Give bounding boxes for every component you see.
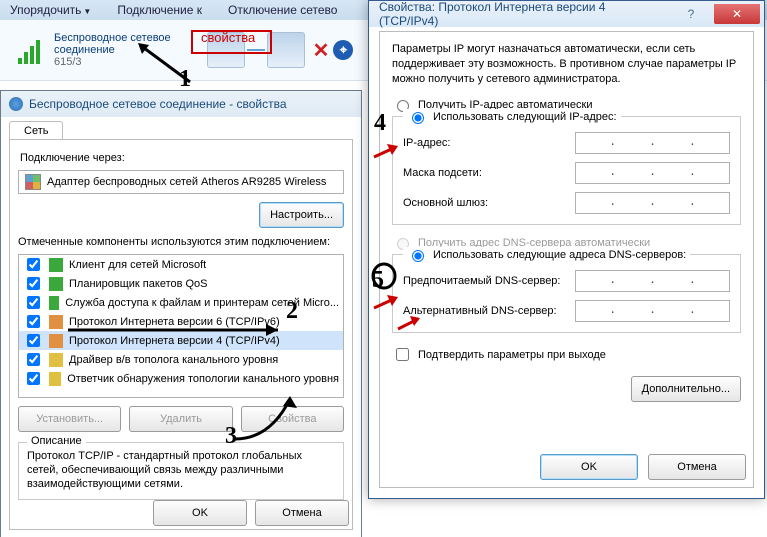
ip-address-field[interactable]: ... xyxy=(575,132,730,154)
list-item[interactable]: Ответчик обнаружения топологии канальног… xyxy=(19,369,343,388)
list-item[interactable]: Протокол Интернета версии 6 (TCP/IPv6) xyxy=(19,312,343,331)
components-list[interactable]: Клиент для сетей Microsoft Планировщик п… xyxy=(18,254,344,398)
menu-disconnect[interactable]: Отключение сетево xyxy=(228,3,337,17)
dns-group: Использовать следующие адреса DNS-сервер… xyxy=(392,254,741,333)
menu-connect[interactable]: Подключение к xyxy=(117,3,202,17)
confirm-checkbox[interactable] xyxy=(396,348,409,361)
dlg1-cancel-button[interactable]: Отмена xyxy=(255,500,349,526)
dns-alt-field[interactable]: ... xyxy=(575,300,730,322)
component-checkbox[interactable] xyxy=(27,334,40,347)
ip-address-label: IP-адрес: xyxy=(403,137,575,149)
description-text: Протокол TCP/IP - стандартный протокол г… xyxy=(27,449,335,491)
fileshare-icon xyxy=(49,296,59,310)
menu-organize[interactable]: Упорядочить▼ xyxy=(10,3,91,17)
confirm-label: Подтвердить параметры при выходе xyxy=(418,349,606,361)
dlg2-cancel-button[interactable]: Отмена xyxy=(648,454,746,480)
ipv4-icon xyxy=(49,334,63,348)
lldp-driver-icon xyxy=(49,353,63,367)
dlg1-title: Беспроводное сетевое соединение - свойст… xyxy=(1,91,361,117)
list-item[interactable]: Служба доступа к файлам и принтерам сете… xyxy=(19,293,343,312)
component-checkbox[interactable] xyxy=(27,372,40,385)
component-checkbox[interactable] xyxy=(27,277,40,290)
dns-manual-radio-row[interactable]: Использовать следующие адреса DNS-сервер… xyxy=(403,247,690,262)
gateway-label: Основной шлюз: xyxy=(403,197,575,209)
tab-network[interactable]: Сеть xyxy=(9,121,63,140)
adapter-name: Адаптер беспроводных сетей Atheros AR928… xyxy=(47,176,326,188)
adapter-icon xyxy=(25,174,41,190)
dlg2-title: Свойства: Протокол Интернета версии 4 (T… xyxy=(369,1,764,27)
intro-text: Параметры IP могут назначаться автоматич… xyxy=(392,42,741,87)
client-icon xyxy=(49,258,63,272)
close-button[interactable]: ✕ xyxy=(714,4,760,24)
description-legend: Описание xyxy=(27,435,86,447)
dns-pref-field[interactable]: ... xyxy=(575,270,730,292)
component-checkbox[interactable] xyxy=(27,258,40,271)
ip-group: Использовать следующий IP-адрес: IP-адре… xyxy=(392,116,741,225)
properties-button[interactable]: Свойства xyxy=(241,406,344,432)
ip-manual-label: Использовать следующий IP-адрес: xyxy=(433,111,617,123)
uninstall-button[interactable]: Удалить xyxy=(129,406,232,432)
dns-manual-radio[interactable] xyxy=(412,250,424,262)
connect-via-label: Подключение через: xyxy=(20,152,344,164)
install-button[interactable]: Установить... xyxy=(18,406,121,432)
list-item-selected[interactable]: Протокол Интернета версии 4 (TCP/IPv4) xyxy=(19,331,343,350)
advanced-button[interactable]: Дополнительно... xyxy=(631,376,741,402)
lldp-responder-icon xyxy=(49,372,61,386)
dns-alt-label: Альтернативный DNS-сервер: xyxy=(403,305,575,317)
ipv6-icon xyxy=(49,315,63,329)
ip-manual-radio[interactable] xyxy=(412,112,424,124)
component-checkbox[interactable] xyxy=(27,353,40,366)
component-checkbox[interactable] xyxy=(27,315,40,328)
error-x-icon: ✕ xyxy=(313,38,330,63)
wifi-label: Беспроводное сетевое соединение 615/3 xyxy=(54,32,171,68)
subnet-mask-field[interactable]: ... xyxy=(575,162,730,184)
dlg1-ok-button[interactable]: OK xyxy=(153,500,247,526)
list-item[interactable]: Клиент для сетей Microsoft xyxy=(19,255,343,274)
adapter-box[interactable]: Адаптер беспроводных сетей Atheros AR928… xyxy=(18,170,344,194)
subnet-mask-label: Маска подсети: xyxy=(403,167,575,179)
dns-manual-label: Использовать следующие адреса DNS-сервер… xyxy=(433,249,686,261)
wifi-signal-icon xyxy=(18,36,46,64)
components-label: Отмеченные компоненты используются этим … xyxy=(18,236,344,248)
description-group: Описание Протокол TCP/IP - стандартный п… xyxy=(18,442,344,500)
ip-manual-radio-row[interactable]: Использовать следующий IP-адрес: xyxy=(403,109,621,124)
bluetooth-icon: ⌖ xyxy=(333,40,353,60)
connection-properties-dialog: Беспроводное сетевое соединение - свойст… xyxy=(0,90,362,537)
shield-icon xyxy=(9,97,23,111)
wifi-connection-item[interactable]: Беспроводное сетевое соединение 615/3 xyxy=(0,32,189,68)
list-item[interactable]: Драйвер в/в тополога канального уровня xyxy=(19,350,343,369)
monitor-pair-icon xyxy=(189,32,323,68)
dlg2-ok-button[interactable]: OK xyxy=(540,454,638,480)
gateway-field[interactable]: ... xyxy=(575,192,730,214)
qos-icon xyxy=(49,277,63,291)
ipv4-properties-dialog: Свойства: Протокол Интернета версии 4 (T… xyxy=(368,0,765,499)
list-item[interactable]: Планировщик пакетов QoS xyxy=(19,274,343,293)
confirm-checkbox-row[interactable]: Подтвердить параметры при выходе xyxy=(392,345,741,364)
help-button[interactable]: ? xyxy=(668,4,714,24)
dns-pref-label: Предпочитаемый DNS-сервер: xyxy=(403,275,575,287)
configure-button[interactable]: Настроить... xyxy=(259,202,344,228)
component-checkbox[interactable] xyxy=(27,296,40,309)
